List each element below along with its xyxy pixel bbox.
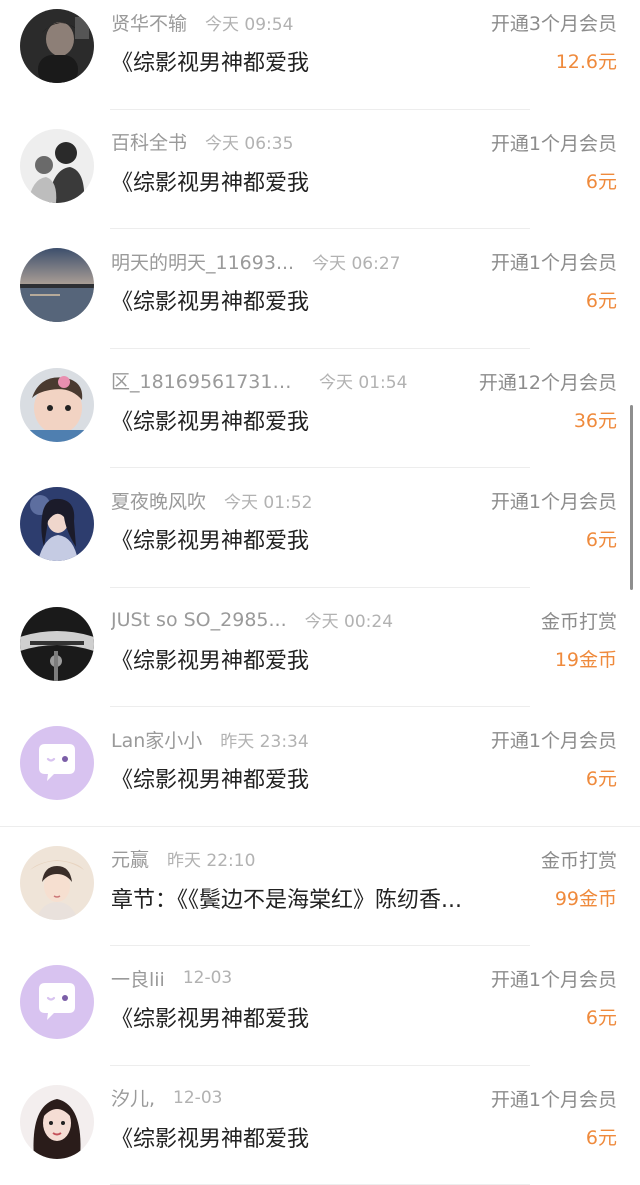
item-meta: Lan家小小昨天 23:34 — [111, 726, 440, 752]
list-item[interactable]: JUSt so SO_2985... 今天 00:24 金币打赏《综影视男神都爱我 1… — [0, 588, 640, 708]
amount-value: 6元 — [586, 1123, 617, 1150]
timestamp: 昨天 22:10 — [167, 846, 255, 871]
action-label: 开通1个月会员 — [491, 965, 617, 992]
action-label: 开通1个月会员 — [491, 726, 617, 753]
avatar[interactable] — [20, 9, 94, 83]
item-meta: 夏夜晚风吹今天 01:52 — [111, 487, 440, 513]
list-item[interactable]: 贤华不输今天 09:54 开通3个月会员《综影视男神都爱我 12.6元 — [0, 0, 640, 110]
avatar[interactable] — [20, 607, 94, 681]
book-title[interactable]: 《综影视男神都爱我 — [111, 284, 521, 316]
avatar[interactable] — [20, 726, 94, 800]
book-title[interactable]: 《综影视男神都爱我 — [111, 165, 521, 197]
username[interactable]: 百科全书 — [111, 129, 187, 155]
item-meta: 贤华不输今天 09:54 — [111, 9, 440, 35]
timestamp: 今天 09:54 — [205, 10, 293, 35]
amount-value: 6元 — [586, 764, 617, 791]
amount-value: 6元 — [586, 1003, 617, 1030]
username[interactable]: 区_181695617316... — [111, 368, 301, 394]
book-title[interactable]: 《综影视男神都爱我 — [111, 1001, 521, 1033]
list-item[interactable]: 元赢昨天 22:10 金币打赏章节：《《鬓边不是海棠红》陈纫香... 99金币 — [0, 827, 640, 947]
item-meta: 元赢昨天 22:10 — [111, 846, 440, 872]
item-meta: 区_181695617316... 今天 01:54 — [111, 368, 440, 394]
timestamp: 今天 06:35 — [205, 129, 293, 154]
avatar[interactable] — [20, 368, 94, 442]
action-label: 开通1个月会员 — [491, 1085, 617, 1112]
timestamp: 12-03 — [173, 1088, 222, 1108]
username[interactable]: 一良lii — [111, 965, 165, 991]
item-meta: JUSt so SO_2985... 今天 00:24 — [111, 607, 440, 633]
avatar[interactable] — [20, 1085, 94, 1159]
action-label: 开通1个月会员 — [491, 487, 617, 514]
list-item[interactable]: 区_181695617316... 今天 01:54 开通12个月会员《综影视男神都… — [0, 349, 640, 469]
timestamp: 今天 06:27 — [312, 249, 400, 274]
avatar[interactable] — [20, 965, 94, 1039]
timestamp: 今天 01:52 — [224, 488, 312, 513]
amount-value: 6元 — [586, 525, 617, 552]
username[interactable]: 汐儿, — [111, 1085, 155, 1111]
list-item[interactable]: 一良lii 12-03 开通1个月会员《综影视男神都爱我 6元 — [0, 946, 640, 1066]
reward-record-list[interactable]: 贤华不输今天 09:54开通3个月会员《综影视男神都爱我12.6元百科全书今天 … — [0, 0, 640, 1185]
book-title[interactable]: 《综影视男神都爱我 — [111, 523, 521, 555]
username[interactable]: 元赢 — [111, 846, 149, 872]
book-title[interactable]: 《综影视男神都爱我 — [111, 404, 521, 436]
action-label: 开通1个月会员 — [491, 129, 617, 156]
timestamp: 今天 00:24 — [305, 607, 393, 632]
action-label: 金币打赏 — [541, 607, 617, 634]
book-title[interactable]: 《综影视男神都爱我 — [111, 1121, 521, 1153]
book-title[interactable]: 章节：《《鬓边不是海棠红》陈纫香... — [111, 882, 521, 914]
avatar[interactable] — [20, 846, 94, 920]
amount-value: 6元 — [586, 167, 617, 194]
username[interactable]: Lan家小小 — [111, 726, 202, 752]
username[interactable]: 贤华不输 — [111, 9, 187, 35]
amount-value: 99金币 — [555, 884, 617, 911]
amount-value: 19金币 — [555, 645, 617, 672]
item-meta: 一良lii 12-03 — [111, 965, 440, 991]
amount-value: 12.6元 — [556, 47, 617, 74]
username[interactable]: 明天的明天_11693... — [111, 248, 294, 274]
book-title[interactable]: 《综影视男神都爱我 — [111, 762, 521, 794]
action-label: 开通12个月会员 — [479, 368, 617, 395]
item-meta: 汐儿, 12-03 — [111, 1085, 440, 1111]
scrollbar[interactable] — [630, 405, 633, 590]
list-item[interactable]: 明天的明天_11693... 今天 06:27 开通1个月会员《综影视男神都爱我 6元 — [0, 229, 640, 349]
username[interactable]: 夏夜晚风吹 — [111, 487, 206, 513]
avatar[interactable] — [20, 248, 94, 322]
action-label: 金币打赏 — [541, 846, 617, 873]
avatar[interactable] — [20, 129, 94, 203]
item-meta: 百科全书今天 06:35 — [111, 129, 440, 155]
book-title[interactable]: 《综影视男神都爱我 — [111, 643, 521, 675]
timestamp: 今天 01:54 — [319, 368, 407, 393]
amount-value: 6元 — [586, 286, 617, 313]
item-meta: 明天的明天_11693... 今天 06:27 — [111, 248, 440, 274]
username[interactable]: JUSt so SO_2985... — [111, 609, 287, 631]
action-label: 开通3个月会员 — [491, 9, 617, 36]
list-item[interactable]: 夏夜晚风吹今天 01:52 开通1个月会员《综影视男神都爱我 6元 — [0, 468, 640, 588]
timestamp: 12-03 — [183, 968, 232, 988]
book-title[interactable]: 《综影视男神都爱我 — [111, 45, 521, 77]
avatar[interactable] — [20, 487, 94, 561]
timestamp: 昨天 23:34 — [220, 727, 308, 752]
list-item[interactable]: Lan家小小昨天 23:34 开通1个月会员《综影视男神都爱我 6元 — [0, 707, 640, 827]
list-item[interactable]: 百科全书今天 06:35 开通1个月会员《综影视男神都爱我 6元 — [0, 110, 640, 230]
list-item[interactable]: 汐儿, 12-03 开通1个月会员《综影视男神都爱我 6元 — [0, 1066, 640, 1185]
action-label: 开通1个月会员 — [491, 248, 617, 275]
amount-value: 36元 — [574, 406, 617, 433]
